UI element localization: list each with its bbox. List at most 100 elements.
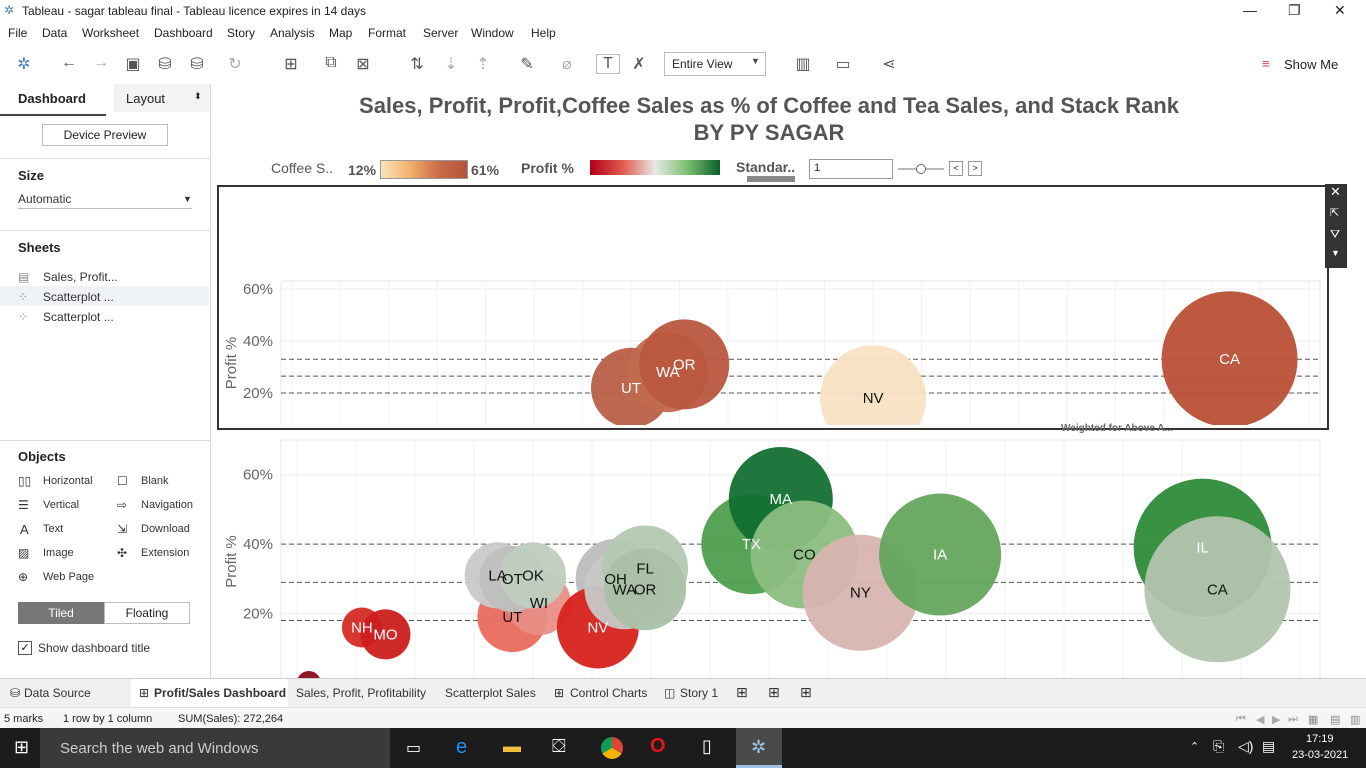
menu-help[interactable]: Help — [531, 26, 556, 40]
group-icon[interactable]: ⌀ — [556, 54, 578, 74]
weighted-annotation: Weighted for Above A... — [1061, 423, 1173, 434]
windows-start-icon[interactable]: ⊞ — [14, 737, 29, 758]
sort-ascending-icon[interactable]: ⇣ — [440, 54, 462, 74]
fix-axes-icon[interactable]: ✗ — [628, 54, 650, 74]
tab-control-charts[interactable]: Control Charts — [570, 686, 647, 700]
show-title-checkbox[interactable]: ✓ — [18, 641, 32, 655]
share-icon[interactable]: ⋖ — [878, 54, 900, 74]
object-blank[interactable]: Blank — [141, 475, 169, 487]
menu-server[interactable]: Server — [423, 26, 458, 40]
sheet-item[interactable]: Sales, Profit... — [43, 270, 118, 284]
device-preview-button[interactable]: Device Preview — [42, 124, 168, 146]
parameter-grip[interactable] — [747, 176, 795, 182]
tab-layout-bg[interactable]: Layout ⬍ — [114, 84, 210, 112]
volume-icon[interactable]: ◁) — [1238, 738, 1253, 755]
filter-icon[interactable]: ⛛ — [1330, 227, 1340, 242]
menu-worksheet[interactable]: Worksheet — [82, 26, 139, 40]
tab-story-1[interactable]: Story 1 — [680, 686, 718, 700]
std-dev-input[interactable]: 1 — [809, 159, 893, 179]
task-view-icon[interactable]: ▭ — [406, 738, 421, 758]
object-vertical[interactable]: Vertical — [43, 499, 79, 511]
tiled-button[interactable]: Tiled — [18, 602, 104, 624]
taskbar-search[interactable]: Search the web and Windows — [40, 728, 390, 768]
more-options-icon[interactable]: ▼ — [1331, 248, 1340, 258]
object-extension[interactable]: Extension — [141, 547, 189, 559]
object-text[interactable]: Text — [43, 523, 63, 535]
edge-icon[interactable]: e — [456, 736, 467, 759]
object-image[interactable]: Image — [43, 547, 74, 559]
object-web-page[interactable]: Web Page — [43, 571, 94, 583]
new-worksheet-icon[interactable]: ⊞ — [736, 684, 748, 701]
duplicate-icon[interactable]: ⧉ — [320, 54, 342, 72]
tab-sales-profit-profitability[interactable]: Sales, Profit, Profitability — [296, 686, 426, 700]
step-back-icon[interactable]: < — [949, 161, 963, 176]
network-icon[interactable]: ⎘ — [1213, 738, 1224, 755]
next-page-icon[interactable]: ▶ — [1272, 713, 1280, 726]
menu-format[interactable]: Format — [368, 26, 406, 40]
show-cards-icon[interactable]: ▥ — [792, 54, 814, 74]
size-select[interactable]: Automatic — [18, 192, 71, 206]
new-story-icon[interactable]: ⊞ — [800, 684, 812, 701]
show-labels-icon[interactable]: T — [596, 54, 620, 74]
refresh-icon[interactable]: ↻ — [224, 54, 246, 74]
chrome-icon[interactable] — [601, 737, 623, 759]
tab-profit-sales-dashboard[interactable]: Profit/Sales Dashboard — [154, 686, 286, 700]
sort-descending-icon[interactable]: ⇡ — [472, 54, 494, 74]
menu-window[interactable]: Window — [471, 26, 514, 40]
menu-analysis[interactable]: Analysis — [270, 26, 315, 40]
film-view-icon[interactable]: ▥ — [1350, 713, 1360, 726]
step-forward-icon[interactable]: > — [968, 161, 982, 176]
object-horizontal[interactable]: Horizontal — [43, 475, 93, 487]
close-button[interactable]: ✕ — [1334, 2, 1346, 19]
first-page-icon[interactable]: ⏮ — [1236, 713, 1246, 726]
floating-button[interactable]: Floating — [104, 602, 190, 624]
document-icon[interactable]: ▯ — [702, 736, 712, 757]
tab-dashboard[interactable]: Dashboard — [18, 91, 86, 106]
menu-story[interactable]: Story — [227, 26, 255, 40]
list-view-icon[interactable]: ▤ — [1330, 713, 1340, 726]
chevron-down-icon[interactable]: ▼ — [183, 194, 192, 204]
new-dashboard-icon[interactable]: ⊞ — [768, 684, 780, 701]
opera-icon[interactable]: O — [650, 735, 666, 758]
undo-icon[interactable]: ← — [58, 54, 80, 72]
tableau-home-icon[interactable]: ✲ — [13, 54, 35, 74]
show-hidden-icons[interactable]: ⌃ — [1190, 740, 1199, 753]
bubble-label: WI — [530, 595, 548, 612]
grid-view-icon[interactable]: ▦ — [1308, 713, 1318, 726]
maximize-button[interactable]: ❐ — [1288, 2, 1301, 19]
tab-data-source[interactable]: Data Source — [24, 686, 91, 700]
sheet-item[interactable]: Scatterplot ... — [43, 310, 114, 324]
tab-scatterplot-sales[interactable]: Scatterplot Sales — [445, 686, 536, 700]
slider-handle[interactable] — [916, 164, 926, 174]
go-to-sheet-icon[interactable]: ⇱ — [1330, 206, 1339, 219]
tab-layout[interactable]: Layout — [126, 91, 165, 106]
clear-sheet-icon[interactable]: ⊠ — [352, 54, 374, 74]
minimize-button[interactable]: — — [1243, 2, 1257, 18]
menu-file[interactable]: File — [8, 26, 27, 40]
tableau-taskbar-button[interactable]: ✲ — [736, 728, 782, 768]
menu-data[interactable]: Data — [42, 26, 67, 40]
new-worksheet-icon[interactable]: ⊞ — [280, 54, 302, 74]
show-me-button[interactable]: Show Me — [1284, 57, 1338, 72]
remove-icon[interactable]: ✕ — [1330, 184, 1341, 200]
store-icon[interactable]: ⛋ — [552, 736, 566, 757]
object-navigation[interactable]: Navigation — [141, 499, 193, 511]
menu-dashboard[interactable]: Dashboard — [154, 26, 213, 40]
prev-page-icon[interactable]: ◀ — [1256, 713, 1264, 726]
notifications-icon[interactable]: ▤ — [1262, 738, 1275, 755]
menu-map[interactable]: Map — [329, 26, 352, 40]
object-download[interactable]: Download — [141, 523, 190, 535]
sheet-item[interactable]: Scatterplot ... — [43, 290, 114, 304]
file-explorer-icon[interactable]: ▬ — [503, 736, 521, 757]
last-page-icon[interactable]: ⏭ — [1288, 713, 1298, 726]
pause-updates-icon[interactable]: ⛁ — [186, 54, 208, 74]
highlight-icon[interactable]: ✎ — [516, 54, 538, 74]
presentation-mode-icon[interactable]: ▭ — [832, 54, 854, 74]
redo-icon[interactable]: → — [90, 54, 112, 72]
new-data-source-icon[interactable]: ⛁ — [154, 54, 176, 74]
view-mode-select[interactable]: Entire View ▼ — [664, 52, 766, 76]
swap-axes-icon[interactable]: ⇅ — [406, 54, 428, 74]
profit-scatter: 0%20%40%60%$0K$2K$4K$6K$8K$10K$12K$14K$1… — [223, 439, 1321, 678]
save-icon[interactable]: ▣ — [122, 54, 144, 74]
profit-legend-title: Profit % — [521, 160, 574, 176]
